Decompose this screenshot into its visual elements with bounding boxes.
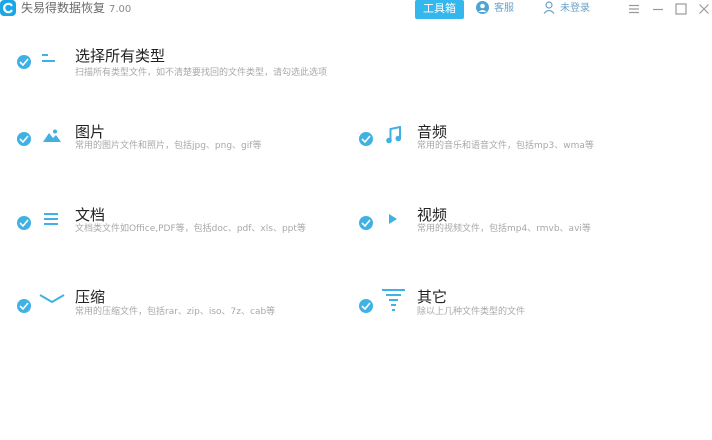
login-button[interactable]: 未登录 <box>543 0 590 19</box>
support-label: 客服 <box>494 3 514 14</box>
archive-icon <box>39 294 65 303</box>
play-icon <box>389 214 397 224</box>
select-all-title: 选择所有类型 <box>75 47 166 65</box>
login-label: 未登录 <box>560 3 590 14</box>
close-icon[interactable] <box>697 2 711 16</box>
check-icon[interactable] <box>17 216 31 230</box>
check-icon[interactable] <box>359 299 373 313</box>
app-title: 失易得数据恢复 7.00 <box>21 1 131 17</box>
category-desc: 常用的压缩文件，包括rar、zip、iso、7z、cab等 <box>75 307 276 317</box>
app-version: 7.00 <box>109 4 132 15</box>
category-title: 其它 <box>417 288 448 306</box>
category-title: 文档 <box>75 206 106 224</box>
check-icon[interactable] <box>359 216 373 230</box>
app-logo-icon <box>0 0 16 16</box>
category-desc: 除以上几种文件类型的文件 <box>417 307 526 317</box>
category-title: 图片 <box>75 123 106 141</box>
select-all-desc: 扫描所有类型文件，如不清楚要找回的文件类型，请勾选此选项 <box>75 68 328 78</box>
category-desc: 常用的音乐和语音文件，包括mp3、wma等 <box>417 141 594 151</box>
category-title: 视频 <box>417 206 448 224</box>
check-icon[interactable] <box>359 132 373 146</box>
check-icon[interactable] <box>17 132 31 146</box>
picture-icon <box>43 129 61 142</box>
menu-icon[interactable] <box>627 2 641 16</box>
toolbox-button[interactable]: 工具箱 <box>415 0 464 19</box>
category-desc: 常用的图片文件和照片，包括jpg、png、gif等 <box>75 141 262 151</box>
category-desc: 常用的视频文件，包括mp4、rmvb、avi等 <box>417 224 591 234</box>
check-icon[interactable] <box>17 299 31 313</box>
category-title: 音频 <box>417 123 448 141</box>
maximize-icon[interactable] <box>674 2 688 16</box>
user-icon <box>543 1 555 14</box>
document-lines-icon <box>44 213 58 225</box>
category-title: 压缩 <box>75 288 106 306</box>
title-bar: 失易得数据恢复 7.00 工具箱 客服 未登录 <box>0 0 712 19</box>
filter-icon <box>382 289 405 311</box>
app-name: 失易得数据恢复 <box>21 1 106 15</box>
minimize-icon[interactable] <box>651 2 665 16</box>
customer-service-icon <box>476 1 489 14</box>
all-types-icon <box>42 54 55 62</box>
check-icon[interactable] <box>17 55 31 69</box>
support-button[interactable]: 客服 <box>476 0 514 19</box>
music-note-icon <box>386 126 401 144</box>
category-desc: 文档类文件如Office,PDF等，包括doc、pdf、xls、ppt等 <box>75 224 306 234</box>
